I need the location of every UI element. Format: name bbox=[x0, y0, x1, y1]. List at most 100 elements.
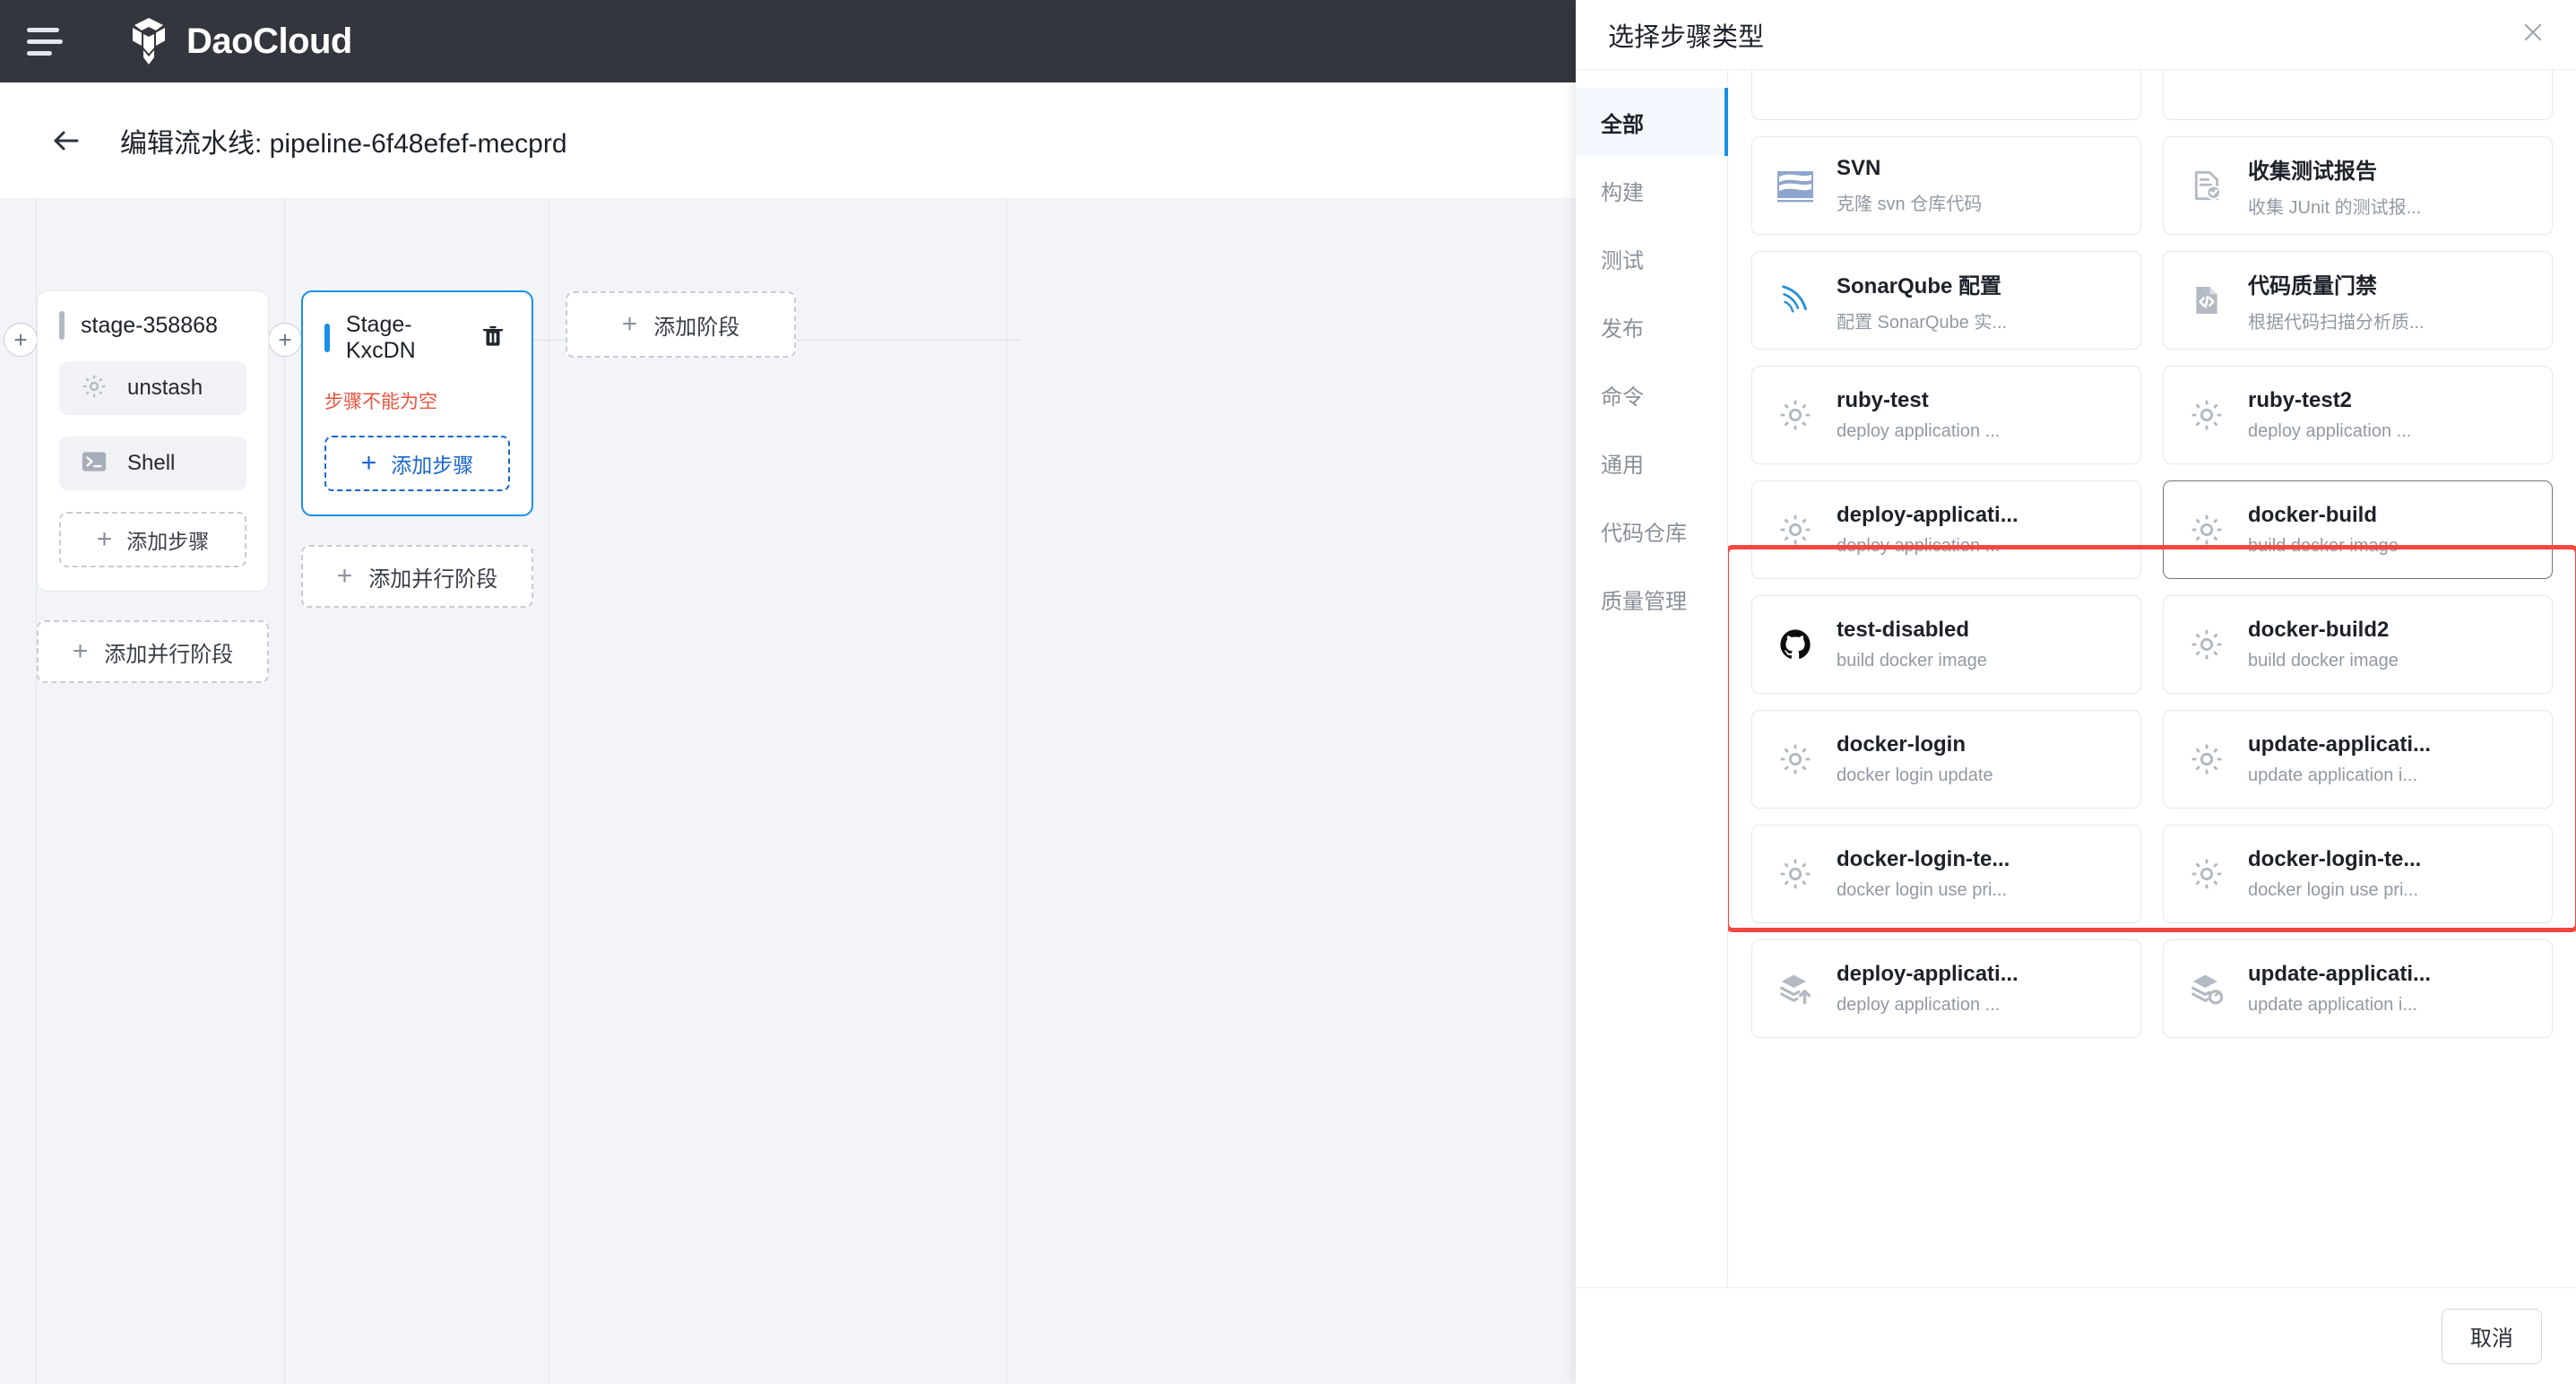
step-type-title: test-disabled bbox=[1837, 618, 1970, 642]
step-type-title: 收集测试报告 bbox=[2248, 159, 2377, 184]
step-type-card[interactable]: deploy-applicati... deploy application .… bbox=[1751, 939, 2141, 1038]
column-divider bbox=[284, 199, 285, 1384]
stage-error-message: 步骤不能为空 bbox=[324, 392, 437, 412]
step-type-title: update-applicati... bbox=[2248, 732, 2432, 757]
category-label: 通用 bbox=[1601, 453, 1644, 478]
daocloud-cube-logo bbox=[127, 18, 170, 65]
category-item-general[interactable]: 通用 bbox=[1576, 428, 1727, 497]
add-step-label: 添加步骤 bbox=[391, 454, 474, 477]
step-type-title: deploy-applicati... bbox=[1837, 962, 2018, 986]
step-type-text: update-applicati... update application i… bbox=[2248, 962, 2431, 1016]
cancel-button[interactable]: 取消 bbox=[2442, 1308, 2542, 1364]
close-icon[interactable] bbox=[2520, 20, 2546, 50]
pipeline-canvas: + + stage-358868 unstash Shell + 添加步骤 + … bbox=[0, 199, 1576, 1384]
add-stage-label: 添加阶段 bbox=[653, 315, 740, 340]
step-type-card[interactable]: deploy-applicati... deploy application .… bbox=[1751, 480, 2141, 579]
category-item-repo[interactable]: 代码仓库 bbox=[1576, 497, 1727, 565]
hamburger-line bbox=[27, 50, 52, 56]
category-label: 发布 bbox=[1601, 316, 1644, 342]
add-stage-button[interactable]: + 添加阶段 bbox=[566, 291, 796, 358]
add-step-button[interactable]: + 添加步骤 bbox=[324, 436, 510, 491]
step-type-card[interactable] bbox=[2163, 70, 2553, 120]
step-type-title: docker-login-te... bbox=[1837, 847, 2010, 871]
category-item-build[interactable]: 构建 bbox=[1576, 156, 1727, 224]
gear-icon bbox=[2187, 740, 2226, 779]
step-type-desc: deploy application ... bbox=[1837, 995, 2001, 1015]
step-type-title: SVN bbox=[1837, 156, 1881, 180]
step-type-card[interactable]: docker-login-te... docker login use pri.… bbox=[2163, 825, 2553, 923]
category-label: 质量管理 bbox=[1601, 589, 1687, 614]
add-parallel-stage-button[interactable]: + 添加并行阶段 bbox=[37, 620, 269, 683]
page-title: 编辑流水线: pipeline-6f48efef-mecprd bbox=[120, 128, 567, 159]
step-type-desc: 克隆 svn 仓库代码 bbox=[1837, 195, 1983, 214]
step-type-card[interactable]: 收集测试报告 收集 JUnit 的测试报... bbox=[2163, 136, 2553, 235]
layers-sync-icon bbox=[2187, 969, 2226, 1008]
hamburger-icon[interactable] bbox=[27, 23, 68, 59]
step-type-card[interactable]: 代码质量门禁 根据代码扫描分析质... bbox=[2163, 251, 2553, 350]
add-parallel-stage-button[interactable]: + 添加并行阶段 bbox=[301, 545, 533, 608]
pipeline-step-item[interactable]: unstash bbox=[59, 361, 246, 415]
step-type-card[interactable]: ruby-test deploy application ... bbox=[1751, 366, 2141, 464]
drawer-header: 选择步骤类型 bbox=[1576, 0, 2576, 70]
step-type-title: docker-build2 bbox=[2248, 618, 2390, 642]
trash-icon[interactable] bbox=[480, 322, 510, 354]
step-type-card[interactable]: update-applicati... update application i… bbox=[2163, 939, 2553, 1038]
step-type-text: update-applicati... update application i… bbox=[2248, 732, 2431, 786]
step-type-card[interactable]: test-disabled build docker image bbox=[1751, 595, 2141, 694]
plus-icon: + bbox=[360, 448, 377, 478]
stage-column-2: Stage-KxcDN 步骤不能为空 + 添加步骤 + 添加并行阶段 bbox=[301, 290, 533, 608]
step-type-card[interactable]: docker-build build docker image bbox=[2163, 480, 2553, 579]
gear-icon bbox=[2187, 625, 2226, 664]
step-type-text: SonarQube 配置 配置 SonarQube 实... bbox=[1837, 268, 2007, 333]
test-report-icon bbox=[2187, 166, 2226, 205]
step-type-card[interactable]: SVN 克隆 svn 仓库代码 bbox=[1751, 136, 2141, 235]
stage-title: stage-358868 bbox=[81, 312, 218, 338]
step-type-desc: 收集 JUnit 的测试报... bbox=[2248, 197, 2422, 218]
step-type-card[interactable]: ruby-test2 deploy application ... bbox=[2163, 366, 2553, 464]
step-type-card[interactable] bbox=[1751, 70, 2141, 120]
step-type-card[interactable]: docker-build2 build docker image bbox=[2163, 595, 2553, 694]
connector-line bbox=[796, 340, 1020, 341]
step-type-title: SonarQube 配置 bbox=[1837, 273, 2002, 298]
page-header: 编辑流水线: pipeline-6f48efef-mecprd bbox=[0, 82, 1576, 199]
step-type-text: docker-build2 build docker image bbox=[2248, 618, 2399, 671]
step-type-title: update-applicati... bbox=[2248, 962, 2432, 986]
arrow-left-icon[interactable] bbox=[50, 125, 82, 157]
step-type-card[interactable]: SonarQube 配置 配置 SonarQube 实... bbox=[1751, 251, 2141, 350]
category-item-release[interactable]: 发布 bbox=[1576, 292, 1727, 360]
plus-icon: + bbox=[72, 636, 89, 666]
category-label: 命令 bbox=[1601, 385, 1644, 410]
stage-card-header: stage-358868 bbox=[59, 311, 246, 340]
step-type-card[interactable]: update-applicati... update application i… bbox=[2163, 710, 2553, 809]
stage-card[interactable]: stage-358868 unstash Shell + 添加步骤 bbox=[37, 290, 269, 592]
step-type-card[interactable]: docker-login-te... docker login use pri.… bbox=[1751, 825, 2141, 923]
category-label: 测试 bbox=[1601, 248, 1644, 273]
step-type-desc: 配置 SonarQube 实... bbox=[1837, 312, 2008, 333]
step-type-card[interactable]: docker-login docker login update bbox=[1751, 710, 2141, 809]
gear-icon bbox=[1776, 740, 1815, 779]
insert-stage-before-button[interactable]: + bbox=[4, 323, 38, 357]
category-label: 构建 bbox=[1601, 180, 1644, 205]
stage-column-add: + 添加阶段 bbox=[566, 291, 796, 358]
category-item-quality[interactable]: 质量管理 bbox=[1576, 565, 1727, 633]
brand[interactable]: DaoCloud bbox=[127, 18, 352, 65]
category-item-command[interactable]: 命令 bbox=[1576, 360, 1727, 428]
insert-stage-between-button[interactable]: + bbox=[268, 323, 302, 357]
brand-name: DaoCloud bbox=[186, 21, 352, 61]
category-item-all[interactable]: 全部 bbox=[1576, 88, 1728, 156]
plus-icon: + bbox=[621, 309, 638, 339]
stage-title: Stage-KxcDN bbox=[345, 312, 416, 363]
step-type-grid: SVN 克隆 svn 仓库代码 收集测试报告 收集 JUnit 的测试报... … bbox=[1751, 70, 2553, 1038]
add-step-button[interactable]: + 添加步骤 bbox=[59, 512, 246, 567]
step-label: Shell bbox=[127, 451, 176, 475]
pipeline-step-item[interactable]: Shell bbox=[59, 437, 246, 490]
stage-card[interactable]: Stage-KxcDN 步骤不能为空 + 添加步骤 bbox=[301, 290, 533, 516]
step-type-text: ruby-test2 deploy application ... bbox=[2248, 388, 2411, 442]
add-step-label: 添加步骤 bbox=[126, 530, 210, 553]
step-type-text: deploy-applicati... deploy application .… bbox=[1837, 962, 2018, 1016]
step-type-grid-area[interactable]: SVN 克隆 svn 仓库代码 收集测试报告 收集 JUnit 的测试报... … bbox=[1728, 70, 2576, 1287]
step-type-desc: update application i... bbox=[2248, 766, 2418, 785]
svn-icon bbox=[1776, 166, 1815, 205]
step-type-drawer: 选择步骤类型 全部 构建 测试 发布 命令 通用 代码仓库 质量管理 SVN 克… bbox=[1576, 0, 2576, 1384]
category-item-test[interactable]: 测试 bbox=[1576, 224, 1727, 292]
